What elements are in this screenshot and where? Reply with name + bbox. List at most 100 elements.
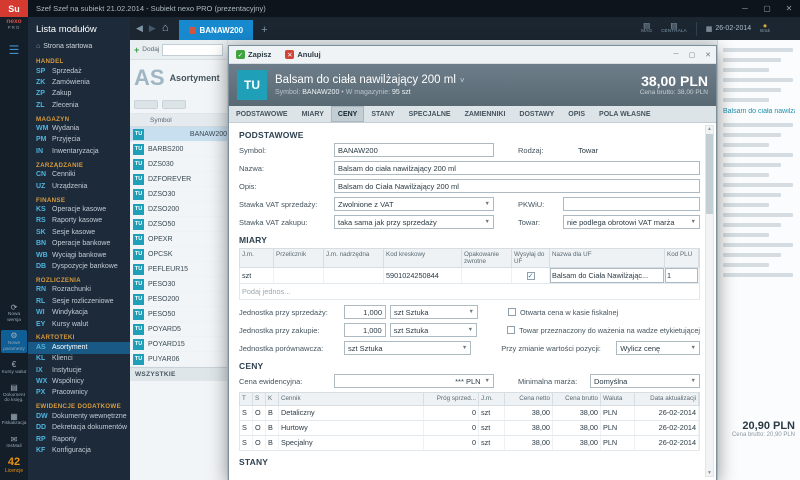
filter-chip[interactable] xyxy=(134,100,158,109)
price-table-row[interactable]: SOB Detaliczny 0 szt 38,00 38,00 PLN 26-02-2… xyxy=(239,405,700,421)
rail-item-nowa-wersja[interactable]: ⟳ Nowa wersja xyxy=(1,302,27,325)
dialog-maximize-icon[interactable]: ▢ xyxy=(684,46,700,64)
price-table-row[interactable]: SOB Specjalny 0 szt 38,00 38,00 PLN 26-02-20… xyxy=(239,435,700,451)
price-table-row[interactable]: SOB Hurtowy 0 szt 38,00 38,00 PLN 26-02-2014 xyxy=(239,420,700,436)
product-list-row[interactable]: TU POYARD5 xyxy=(130,322,227,337)
add-icon[interactable]: + xyxy=(134,45,139,55)
scrollbar-thumb[interactable] xyxy=(706,134,713,214)
tab-ceny[interactable]: CENY xyxy=(330,106,365,122)
sidebar-item-ey[interactable]: EY Kursy walut xyxy=(28,319,130,330)
dialog-scrollbar[interactable]: ▲ ▼ xyxy=(705,125,714,477)
sidebar-section-header[interactable]: FINANSE xyxy=(28,193,130,205)
product-list-row[interactable]: TU BARBS200 xyxy=(130,142,227,157)
date-selector[interactable]: ▦ 26-02-2014 xyxy=(706,25,751,33)
input-jednostka-sprzedazy-qty[interactable]: 1,000 xyxy=(344,305,386,320)
back-icon[interactable]: ◀ xyxy=(136,24,143,33)
sidebar-item-wi[interactable]: WI Windykacja xyxy=(28,308,130,319)
price-column-header[interactable]: Cena brutto xyxy=(553,393,601,405)
product-list-row[interactable]: TU PESO200 xyxy=(130,292,227,307)
sidebar-item-zp[interactable]: ZP Zakup xyxy=(28,89,130,100)
price-column-header[interactable]: Próg sprzed... xyxy=(424,393,479,405)
sidebar-item-kf[interactable]: KF Konfiguracja xyxy=(28,446,130,457)
select-cena-ewidencyjna[interactable]: *** PLN ▼ xyxy=(334,374,494,389)
price-column-header[interactable]: K xyxy=(266,393,279,405)
sidebar-item-rn[interactable]: RN Rozrachunki xyxy=(28,285,130,296)
sidebar-item-rp[interactable]: RP Raporty xyxy=(28,434,130,445)
price-column-header[interactable]: Waluta xyxy=(601,393,635,405)
column-header-symbol[interactable]: Symbol xyxy=(130,114,227,127)
new-tab-button[interactable]: + xyxy=(253,20,275,40)
rail-item-licencje[interactable]: 42 Licencje xyxy=(5,457,23,475)
sidebar-item-dd[interactable]: DD Dekretacja dokumentów xyxy=(28,423,130,434)
input-symbol[interactable]: BANAW200 xyxy=(334,143,494,157)
product-list-row[interactable]: TU DZSO200 xyxy=(130,202,227,217)
tab-stany[interactable]: STANY xyxy=(364,106,401,122)
search-input[interactable] xyxy=(162,43,223,56)
miary-column-header[interactable]: Nazwa dla UF xyxy=(550,249,665,268)
miary-column-header[interactable]: Przelicznik xyxy=(274,249,324,268)
input-nazwa[interactable]: Balsam do ciała nawilżający 200 ml xyxy=(334,161,700,175)
product-list-row[interactable]: TU PEFLEUR15 xyxy=(130,262,227,277)
filter-chip[interactable] xyxy=(162,100,186,109)
product-list-row[interactable]: TU DZS030 xyxy=(130,157,227,172)
sidebar-item-bn[interactable]: BN Operacje bankowe xyxy=(28,239,130,250)
rail-item-nowe-parametry[interactable]: ⚙ Nowe parametry xyxy=(1,330,27,354)
select-przy-zmianie[interactable]: Wylicz cenę ▼ xyxy=(616,341,700,356)
select-jednostka-sprzedazy[interactable]: szt Sztuka ▼ xyxy=(390,305,478,320)
miary-row[interactable]: szt 5901024250844 ✓ Balsam do Ciała Nawi… xyxy=(239,268,700,285)
sidebar-item-cn[interactable]: CN Cenniki xyxy=(28,170,130,181)
sidebar-section-header[interactable]: KARTOTEKI xyxy=(28,330,130,342)
miary-column-header[interactable]: J.m. xyxy=(240,249,274,268)
rail-item-dokument-do-ksieg[interactable]: ▤ Dokument do księg. xyxy=(1,382,27,405)
scroll-down-icon[interactable]: ▼ xyxy=(706,470,713,476)
tab-dostawy[interactable]: DOSTAWY xyxy=(512,106,561,122)
price-column-header[interactable]: Cennik xyxy=(279,393,424,405)
select-jednostka-porownawcza[interactable]: szt Sztuka ▼ xyxy=(344,341,472,356)
price-column-header[interactable]: J.m. xyxy=(479,393,505,405)
sidebar-item-strona-startowa[interactable]: ⌂ Strona startowa xyxy=(28,41,130,54)
sidebar-item-in[interactable]: IN Inwentaryzacja xyxy=(28,146,130,157)
sidebar-item-uz[interactable]: UZ Urządzenia xyxy=(28,181,130,192)
product-list-row[interactable]: TU DZSO30 xyxy=(130,187,227,202)
sidebar-item-wm[interactable]: WM Wydania xyxy=(28,124,130,135)
select-vat-zakupu[interactable]: taka sama jak przy sprzedaży ▼ xyxy=(334,215,494,229)
checkbox-wysylaj-uf[interactable]: ✓ xyxy=(526,271,535,280)
checkbox-otwarta-cena[interactable] xyxy=(508,308,516,317)
sidebar-item-wb[interactable]: WB Wyciągi bankowe xyxy=(28,250,130,261)
price-column-header[interactable]: Data aktualizacji xyxy=(635,393,699,405)
sidebar-section-header[interactable]: ROZLICZENIA xyxy=(28,273,130,285)
miary-column-header[interactable]: Wysyłaj do UF xyxy=(512,249,550,268)
product-list-row[interactable]: TU OPEXR xyxy=(130,232,227,247)
notifications-indicator[interactable]: ● Brak xyxy=(760,22,770,35)
tab-specjalne[interactable]: SPECJALNE xyxy=(402,106,458,122)
tab-pola-własne[interactable]: POLA WŁASNE xyxy=(592,106,657,122)
dialog-minimize-icon[interactable]: ─ xyxy=(668,46,684,64)
product-list-row[interactable]: TU DZSO50 xyxy=(130,217,227,232)
tab-podstawowe[interactable]: PODSTAWOWE xyxy=(229,106,295,122)
sidebar-item-as[interactable]: AS Asortyment xyxy=(28,342,130,354)
select-vat-sprzedazy[interactable]: Zwolnione z VAT ▼ xyxy=(334,197,494,211)
rail-item-fiskalizacja[interactable]: ▦ Fiskalizacja xyxy=(1,411,27,428)
dialog-close-icon[interactable]: ✕ xyxy=(700,46,716,64)
select-jednostka-zakupu[interactable]: szt Sztuka ▼ xyxy=(389,323,478,338)
price-column-header[interactable]: S xyxy=(253,393,266,405)
rail-item-kursy-walut[interactable]: € Kursy walut xyxy=(1,359,27,376)
sidebar-item-sk[interactable]: SK Sesje kasowe xyxy=(28,227,130,238)
sidebar-item-zl[interactable]: ZL Zlecenia xyxy=(28,100,130,111)
sidebar-item-wx[interactable]: WX Wspólnicy xyxy=(28,377,130,388)
sidebar-item-db[interactable]: DB Dyspozycje bankowe xyxy=(28,261,130,272)
input-opis[interactable]: Balsam do Ciała Nawilżający 200 ml xyxy=(334,179,700,193)
product-list-row[interactable]: TU DZFOREVER xyxy=(130,172,227,187)
miary-column-header[interactable]: Opakowanie zwrotne xyxy=(462,249,512,268)
sidebar-item-zk[interactable]: ZK Zamówienia xyxy=(28,77,130,88)
cell-nazwa-uf[interactable]: Balsam do Ciała Nawilżając... xyxy=(550,268,665,284)
sidebar-item-dw[interactable]: DW Dokumenty wewnętrzne xyxy=(28,411,130,422)
branch-selector[interactable]: ▤ CENTRALA xyxy=(661,22,687,35)
cell-kod-plu[interactable]: 1 xyxy=(665,268,699,284)
save-button[interactable]: ✓ Zapisz xyxy=(229,46,278,64)
product-title[interactable]: Balsam do ciała nawilżający 200 ml ˅ xyxy=(275,74,465,86)
sidebar-item-ks[interactable]: KS Operacje kasowe xyxy=(28,205,130,216)
input-pkwiu[interactable] xyxy=(563,197,700,211)
maximize-icon[interactable]: ▢ xyxy=(756,0,778,17)
close-icon[interactable]: ✕ xyxy=(778,0,800,17)
